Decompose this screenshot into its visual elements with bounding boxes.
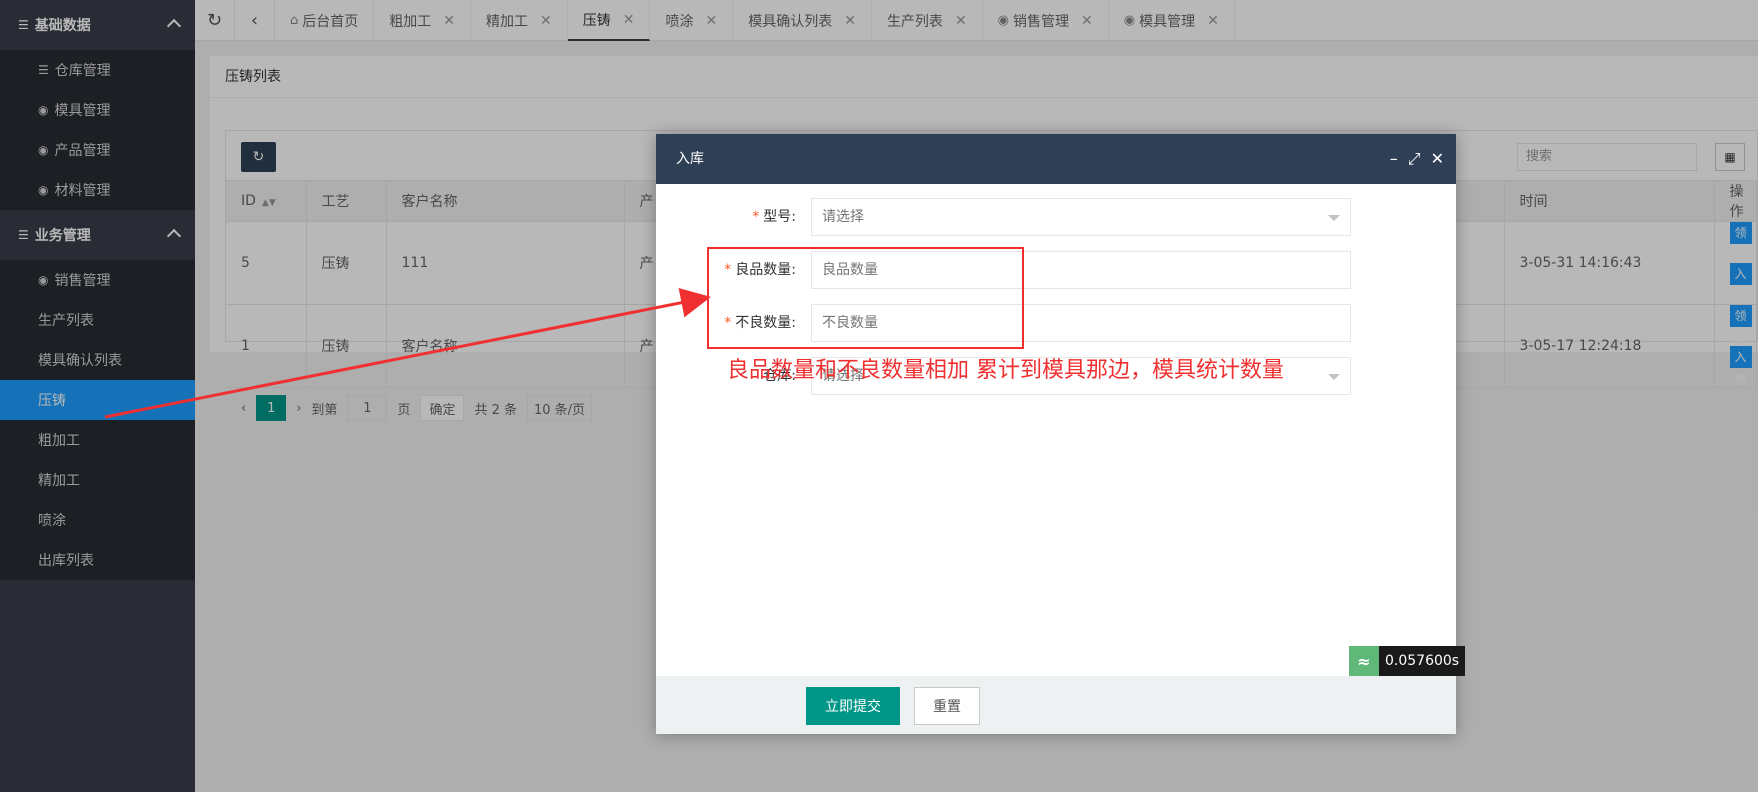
restore-icon[interactable]: ⤢ [1408, 134, 1421, 184]
caret-down-icon [1328, 215, 1340, 221]
model-select[interactable]: 请选择 [811, 198, 1351, 236]
modal-header: 入库 – ⤢ ✕ [656, 134, 1456, 184]
required-mark: * [752, 209, 760, 225]
logo-icon: ≈ [1349, 646, 1379, 676]
annotation-text: 良品数量和不良数量相加 累计到模具那边，模具统计数量 [727, 358, 1284, 383]
submit-button[interactable]: 立即提交 [806, 687, 900, 725]
modal-footer: 立即提交 重置 [656, 676, 1456, 734]
debug-timer-badge: ≈ 0.057600s [1349, 646, 1466, 676]
modal-title: 入库 [676, 151, 704, 167]
form-row-model: * 型号: 请选择 [656, 198, 1456, 236]
timer-value: 0.057600s [1379, 646, 1466, 676]
caret-down-icon [1328, 374, 1340, 380]
stock-in-modal: 入库 – ⤢ ✕ * 型号: 请选择 * 良品数量: 良品数量 * 不良数量: 不良数… [656, 134, 1466, 734]
modal-controls: – ⤢ ✕ [1390, 134, 1444, 184]
reset-button[interactable]: 重置 [914, 687, 980, 725]
annotation-highlight-box [707, 247, 1024, 349]
minimize-icon[interactable]: – [1390, 134, 1398, 184]
close-icon[interactable]: ✕ [1431, 134, 1444, 184]
model-label: * 型号: [752, 209, 796, 225]
